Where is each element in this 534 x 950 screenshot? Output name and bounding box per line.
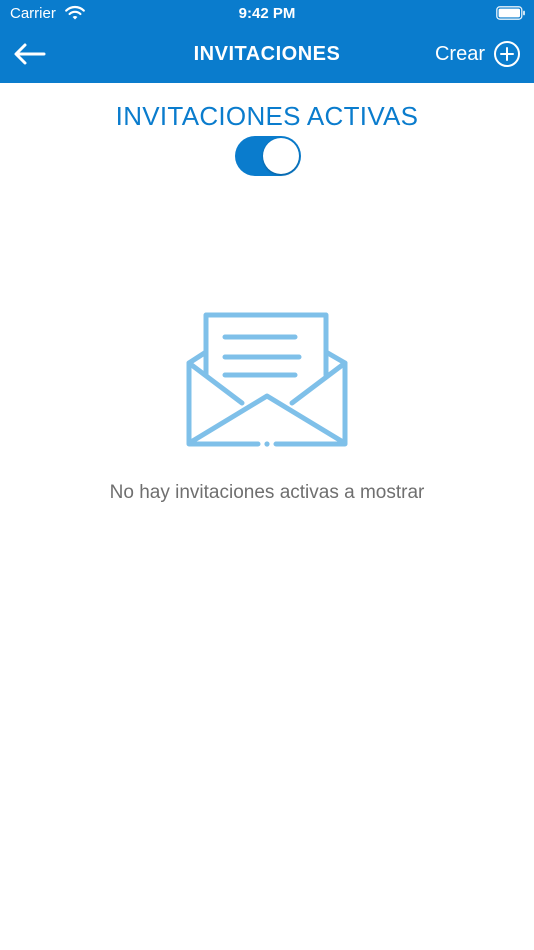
- create-button-label: Crear: [434, 42, 485, 65]
- empty-state-message: No hay invitaciones activas a mostrar: [109, 482, 425, 503]
- navigation-bar: INVITACIONES Crear: [0, 28, 534, 83]
- status-bar: Carrier 9:42 PM: [0, 0, 534, 28]
- battery-icon: [496, 6, 525, 20]
- active-invitations-toggle[interactable]: [235, 136, 301, 176]
- toggle-knob: [263, 138, 299, 174]
- section-title: INVITACIONES ACTIVAS: [115, 101, 419, 131]
- create-button[interactable]: Crear: [435, 40, 521, 68]
- header-bar: Carrier 9:42 PM INVITACIONES Crear: [0, 0, 534, 83]
- open-envelope-icon: [186, 312, 348, 447]
- status-time: 9:42 PM: [238, 5, 296, 22]
- plus-circle-icon: [494, 41, 520, 67]
